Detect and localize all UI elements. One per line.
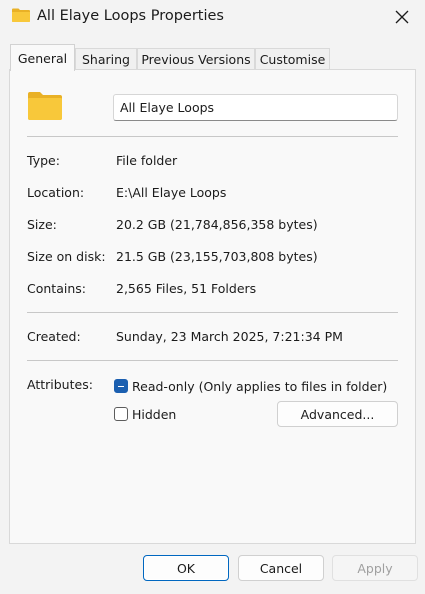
advanced-button[interactable]: Advanced...: [277, 401, 398, 427]
hidden-checkbox[interactable]: [114, 407, 128, 421]
folder-name-input[interactable]: [113, 94, 398, 121]
type-label: Type:: [27, 153, 60, 168]
tab-label: Previous Versions: [141, 52, 251, 67]
tab-label: General: [17, 50, 68, 66]
divider: [27, 360, 398, 361]
tab-customise[interactable]: Customise: [255, 48, 330, 70]
divider: [27, 136, 398, 137]
created-label: Created:: [27, 329, 81, 344]
size-value: 20.2 GB (21,784,856,358 bytes): [116, 217, 318, 232]
tab-label: Sharing: [82, 52, 130, 67]
readonly-label: Read-only (Only applies to files in fold…: [132, 379, 388, 394]
contains-label: Contains:: [27, 281, 86, 296]
general-panel: [9, 69, 416, 544]
divider: [27, 312, 398, 313]
folder-icon: [28, 92, 62, 120]
created-value: Sunday, 23 March 2025, 7:21:34 PM: [116, 329, 343, 344]
type-value: File folder: [116, 153, 178, 168]
tab-sharing[interactable]: Sharing: [75, 48, 137, 70]
apply-button[interactable]: Apply: [332, 555, 418, 581]
tab-general[interactable]: General: [10, 44, 75, 71]
attributes-label: Attributes:: [27, 377, 93, 392]
folder-icon: [12, 8, 30, 22]
size-label: Size:: [27, 217, 57, 232]
close-button[interactable]: [379, 0, 425, 34]
cancel-button[interactable]: Cancel: [238, 555, 324, 581]
title-bar: All Elaye Loops Properties: [0, 0, 425, 34]
tab-label: Customise: [259, 52, 326, 67]
window-title: All Elaye Loops Properties: [37, 8, 224, 24]
readonly-checkbox[interactable]: [114, 379, 128, 393]
hidden-label: Hidden: [132, 407, 177, 422]
contains-value: 2,565 Files, 51 Folders: [116, 281, 257, 296]
ok-button[interactable]: OK: [143, 555, 229, 581]
close-icon: [395, 10, 409, 24]
size-on-disk-label: Size on disk:: [27, 249, 106, 264]
location-value: E:\All Elaye Loops: [116, 185, 227, 200]
tab-previous-versions[interactable]: Previous Versions: [137, 48, 255, 70]
location-label: Location:: [27, 185, 85, 200]
size-on-disk-value: 21.5 GB (23,155,703,808 bytes): [116, 249, 318, 264]
